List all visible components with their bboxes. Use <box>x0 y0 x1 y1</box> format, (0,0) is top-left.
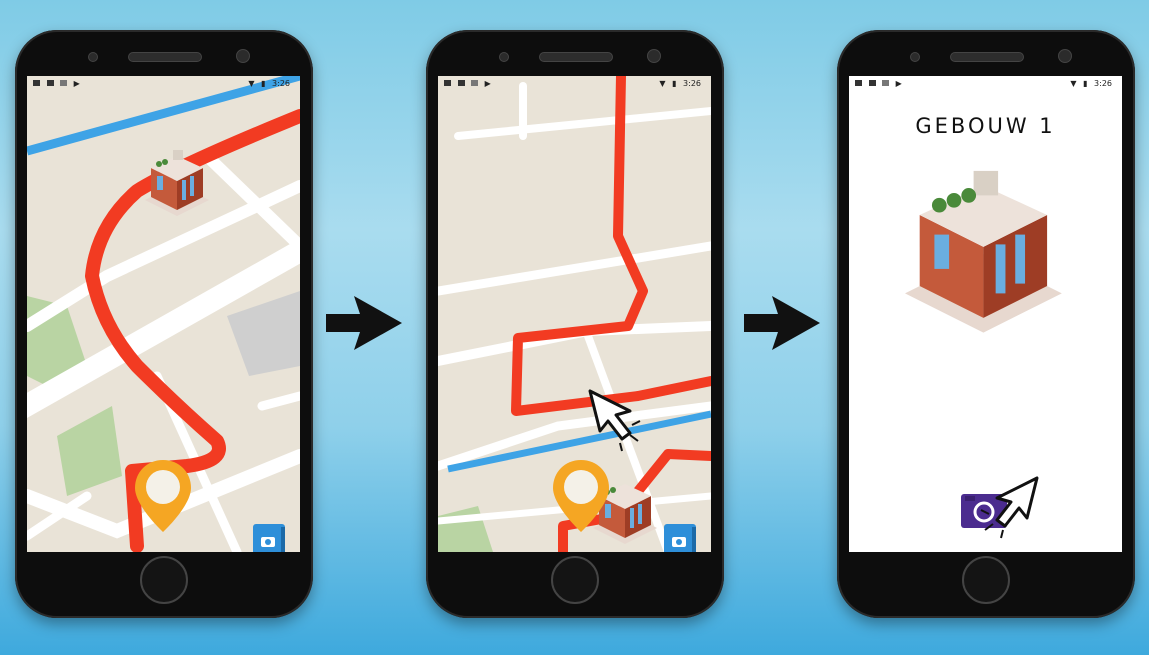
play-store-icon: ▶ <box>73 79 80 88</box>
building-icon <box>905 170 1062 333</box>
status-bar: ▶ ▼ ▮ 3:26 <box>438 76 711 91</box>
phone-1: ▶ ▼ ▮ 3:26 <box>15 30 313 618</box>
wifi-icon: ▼ <box>1070 79 1077 88</box>
home-button[interactable] <box>551 556 599 604</box>
sensor-dot <box>499 52 509 62</box>
home-button[interactable] <box>140 556 188 604</box>
status-time: 3:26 <box>683 79 701 88</box>
speaker-grille <box>950 52 1024 62</box>
map-view[interactable] <box>27 76 300 552</box>
speaker-grille <box>128 52 202 62</box>
sd-card-icon <box>868 80 876 86</box>
system-icons: ▼ ▮ 3:26 <box>659 79 705 88</box>
notification-icons: ▶ <box>33 79 84 88</box>
app-icon <box>471 80 479 86</box>
image-icon <box>855 80 862 86</box>
phone-2: ▶ ▼ ▮ 3:26 <box>426 30 724 618</box>
sensor-dot <box>910 52 920 62</box>
battery-icon: ▮ <box>261 79 266 88</box>
app-icon <box>882 80 890 86</box>
play-store-icon: ▶ <box>484 79 491 88</box>
notification-icons: ▶ <box>444 79 495 88</box>
status-bar: ▶ ▼ ▮ 3:26 <box>27 76 300 91</box>
wifi-icon: ▼ <box>659 79 666 88</box>
next-step-arrow-icon <box>744 296 820 350</box>
sensor-dot <box>88 52 98 62</box>
map-view[interactable] <box>438 76 711 552</box>
image-icon <box>444 80 451 86</box>
system-icons: ▼ ▮ 3:26 <box>248 79 294 88</box>
home-button[interactable] <box>962 556 1010 604</box>
play-store-icon: ▶ <box>895 79 902 88</box>
system-icons: ▼ ▮ 3:26 <box>1070 79 1116 88</box>
front-camera <box>236 49 250 63</box>
battery-icon: ▮ <box>672 79 677 88</box>
app-icon <box>60 80 68 86</box>
front-camera <box>647 49 661 63</box>
speaker-grille <box>539 52 613 62</box>
cursor-arrow-icon <box>980 476 1039 539</box>
battery-icon: ▮ <box>1083 79 1088 88</box>
screen-map-arrived: ▶ ▼ ▮ 3:26 <box>438 76 711 552</box>
notification-icons: ▶ <box>855 79 906 88</box>
phone-3: ▶ ▼ ▮ 3:26 GEBOUW 1 <box>837 30 1135 618</box>
sd-card-icon <box>457 80 465 86</box>
screen-map-route: ▶ ▼ ▮ 3:26 <box>27 76 300 552</box>
wifi-icon: ▼ <box>248 79 255 88</box>
status-bar: ▶ ▼ ▮ 3:26 <box>849 76 1122 91</box>
next-step-arrow-icon <box>326 296 402 350</box>
status-time: 3:26 <box>1094 79 1112 88</box>
screen-building-detail: ▶ ▼ ▮ 3:26 GEBOUW 1 <box>849 76 1122 552</box>
camera-book-icon[interactable] <box>664 524 696 552</box>
image-icon <box>33 80 40 86</box>
camera-book-icon[interactable] <box>253 524 285 552</box>
sd-card-icon <box>46 80 54 86</box>
front-camera <box>1058 49 1072 63</box>
status-time: 3:26 <box>272 79 290 88</box>
